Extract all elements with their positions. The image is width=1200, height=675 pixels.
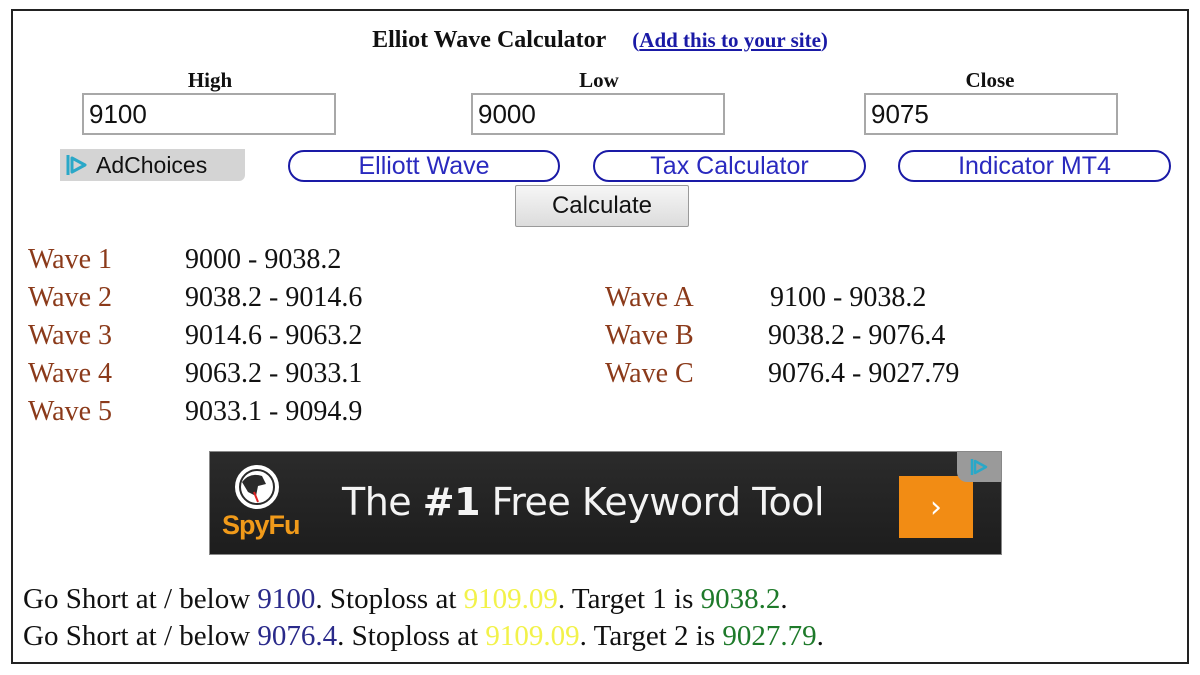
wave-range: 9038.2 - 9076.4 <box>768 320 946 351</box>
high-input[interactable] <box>82 93 336 135</box>
spyfu-globe-icon <box>235 465 279 509</box>
signal-entry-price: 9076.4 <box>257 620 338 652</box>
wave-label: Wave A <box>605 282 694 313</box>
ad-headline-pre: The <box>342 480 423 524</box>
signal-target: 9038.2 <box>700 583 781 615</box>
adchoices-icon <box>66 155 87 175</box>
paren-close: ) <box>820 28 828 52</box>
wave-range: 9014.6 - 9063.2 <box>185 320 363 351</box>
wave-range: 9100 - 9038.2 <box>770 282 927 313</box>
wave-label: Wave 1 <box>28 244 113 275</box>
signal-stoploss: 9109.09 <box>485 620 580 652</box>
signal-prefix: Go Short at / below <box>23 583 258 615</box>
close-input[interactable] <box>864 93 1118 135</box>
adchoices-label: AdChoices <box>96 151 208 178</box>
add-to-site-link[interactable]: Add this to your site <box>639 28 821 52</box>
signal-suffix: . <box>816 620 824 652</box>
low-label: Low <box>579 68 619 92</box>
adchoices-icon <box>970 459 988 475</box>
trade-signal-2: Go Short at / below 9076.4. Stoploss at … <box>23 620 824 653</box>
close-label: Close <box>965 68 1015 92</box>
signal-mid: . Stoploss at <box>337 620 486 652</box>
calculate-button[interactable]: Calculate <box>515 185 689 227</box>
low-input[interactable] <box>471 93 725 135</box>
signal-target: 9027.79 <box>722 620 817 652</box>
wave-label: Wave 3 <box>28 320 113 351</box>
high-label: High <box>187 68 233 92</box>
adchoices-corner-badge[interactable] <box>957 452 1001 482</box>
page-title: Elliot Wave Calculator <box>372 27 607 53</box>
header: Elliot Wave Calculator (Add this to your… <box>13 27 1187 54</box>
ad-headline: The #1 Free Keyword Tool <box>342 480 825 524</box>
wave-range: 9000 - 9038.2 <box>185 244 342 275</box>
wave-label: Wave 2 <box>28 282 113 313</box>
trade-signal-1: Go Short at / below 9100. Stoploss at 91… <box>23 583 788 616</box>
signal-entry-price: 9100 <box>257 583 316 615</box>
signal-target-label: . Target 1 is <box>557 583 701 615</box>
wave-label: Wave 4 <box>28 358 113 389</box>
wave-range: 9076.4 - 9027.79 <box>768 358 960 389</box>
ad-banner[interactable]: SpyFu The #1 Free Keyword Tool › <box>209 451 1002 555</box>
signal-suffix: . <box>780 583 788 615</box>
wave-range: 9038.2 - 9014.6 <box>185 282 363 313</box>
elliott-wave-link[interactable]: Elliott Wave <box>288 150 560 182</box>
indicator-mt4-link[interactable]: Indicator MT4 <box>898 150 1171 182</box>
wave-range: 9063.2 - 9033.1 <box>185 358 363 389</box>
calculator-panel: Elliot Wave Calculator (Add this to your… <box>11 9 1189 664</box>
wave-label: Wave 5 <box>28 396 113 427</box>
ad-headline-post: Free Keyword Tool <box>480 480 825 524</box>
signal-mid: . Stoploss at <box>315 583 464 615</box>
ad-cta-button[interactable]: › <box>899 476 973 538</box>
signal-prefix: Go Short at / below <box>23 620 258 652</box>
tax-calculator-link[interactable]: Tax Calculator <box>593 150 866 182</box>
wave-label: Wave B <box>605 320 694 351</box>
ad-headline-bold: #1 <box>422 480 481 524</box>
wave-label: Wave C <box>605 358 694 389</box>
wave-range: 9033.1 - 9094.9 <box>185 396 363 427</box>
adchoices-button[interactable]: AdChoices <box>60 149 245 181</box>
signal-stoploss: 9109.09 <box>463 583 558 615</box>
spyfu-logo-text: SpyFu <box>222 510 301 540</box>
signal-target-label: . Target 2 is <box>579 620 723 652</box>
